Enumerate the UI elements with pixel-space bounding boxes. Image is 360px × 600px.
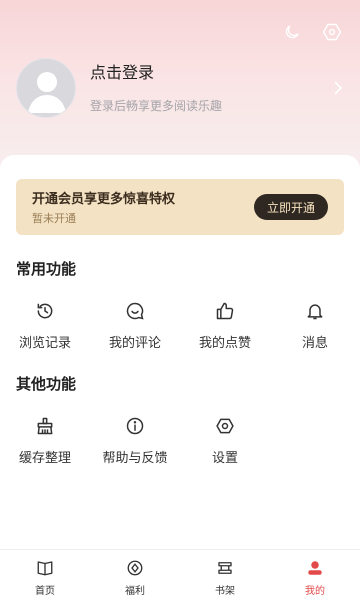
info-icon [124, 415, 146, 437]
broom-icon [34, 415, 56, 437]
thumbs-up-icon [214, 300, 236, 322]
tab-welfare-label: 福利 [125, 586, 145, 597]
avatar[interactable] [16, 58, 76, 118]
clear-cache-item[interactable]: 缓存整理 [0, 415, 90, 466]
login-subtitle: 登录后畅享更多阅读乐趣 [90, 99, 223, 113]
settings-item[interactable]: 设置 [180, 415, 270, 466]
clear-cache-label: 缓存整理 [18, 451, 71, 466]
messages-item[interactable]: 消息 [270, 300, 360, 351]
bottom-tab-bar: 首页 福利 书架 我的 [0, 549, 360, 600]
bookshelf-icon [215, 558, 235, 578]
top-toolbar [282, 22, 342, 42]
my-likes-label: 我的点赞 [198, 336, 251, 351]
tab-home[interactable]: 首页 [0, 550, 90, 600]
profile-icon [305, 558, 325, 578]
book-icon [35, 558, 55, 578]
comment-icon [124, 300, 146, 322]
my-comments-label: 我的评论 [108, 336, 161, 351]
chevron-right-icon [332, 80, 344, 95]
vip-status: 暂未开通 [32, 212, 76, 225]
tab-mine[interactable]: 我的 [270, 550, 360, 600]
tab-mine-label: 我的 [305, 586, 325, 597]
settings-icon [214, 415, 236, 437]
help-feedback-label: 帮助与反馈 [102, 451, 168, 466]
moon-icon[interactable] [282, 22, 302, 42]
common-functions-title: 常用功能 [16, 260, 77, 278]
tab-bookshelf-label: 书架 [215, 586, 235, 597]
bell-icon [304, 300, 326, 322]
tab-welfare[interactable]: 福利 [90, 550, 180, 600]
other-functions-grid: 缓存整理 帮助与反馈 设置 [0, 415, 360, 466]
vip-title: 开通会员享更多惊喜特权 [32, 192, 176, 207]
profile-login-area[interactable]: 点击登录 登录后畅享更多阅读乐趣 [16, 58, 344, 118]
my-comments-item[interactable]: 我的评论 [90, 300, 180, 351]
content-card: 开通会员享更多惊喜特权 暂未开通 立即开通 常用功能 浏览记录 我的评论 我的点… [0, 155, 360, 550]
history-label: 浏览记录 [18, 336, 71, 351]
tab-home-label: 首页 [35, 586, 55, 597]
history-icon [34, 300, 56, 322]
help-feedback-item[interactable]: 帮助与反馈 [90, 415, 180, 466]
activate-vip-button[interactable]: 立即开通 [254, 194, 328, 220]
settings-icon[interactable] [322, 22, 342, 42]
messages-label: 消息 [301, 336, 328, 351]
history-item[interactable]: 浏览记录 [0, 300, 90, 351]
tab-bookshelf[interactable]: 书架 [180, 550, 270, 600]
vip-banner[interactable]: 开通会员享更多惊喜特权 暂未开通 立即开通 [16, 179, 344, 235]
gift-icon [125, 558, 145, 578]
other-functions-title: 其他功能 [16, 375, 77, 393]
my-likes-item[interactable]: 我的点赞 [180, 300, 270, 351]
login-title[interactable]: 点击登录 [90, 62, 344, 84]
common-functions-grid: 浏览记录 我的评论 我的点赞 消息 [0, 300, 360, 351]
settings-label: 设置 [211, 451, 238, 466]
